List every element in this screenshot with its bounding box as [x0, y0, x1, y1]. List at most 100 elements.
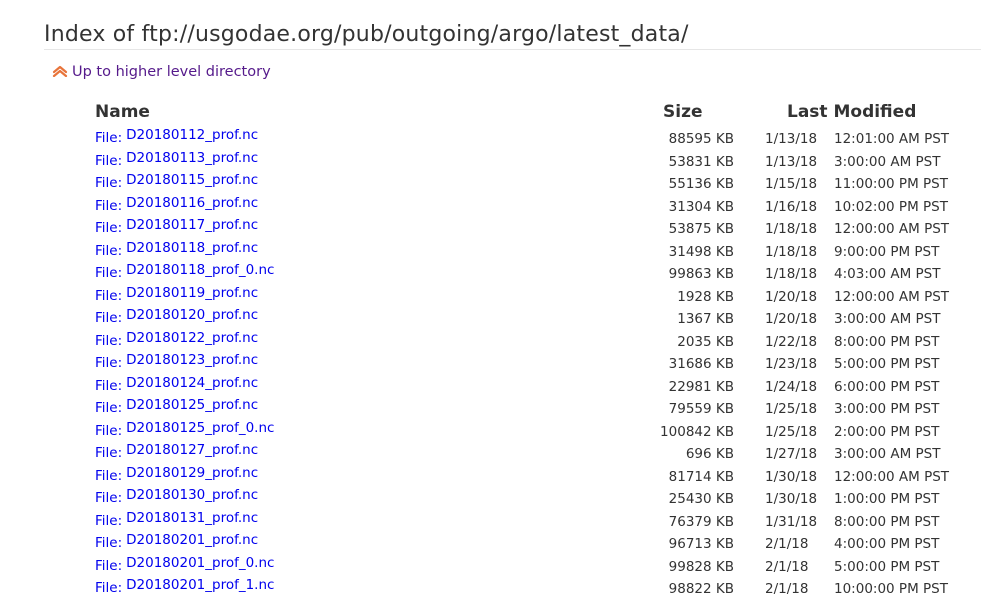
- file-name[interactable]: D20180131_prof.nc: [126, 510, 258, 526]
- file-name[interactable]: D20180201_prof.nc: [126, 532, 258, 548]
- file-size: 53875 KB: [668, 221, 734, 237]
- file-modified-time: 8:00:00 PM PST: [834, 513, 940, 530]
- file-prefix-label: File:: [95, 377, 123, 394]
- file-name[interactable]: D20180127_prof.nc: [126, 442, 258, 458]
- file-prefix-label: File:: [95, 535, 123, 551]
- file-link[interactable]: File: D20180129_prof.nc: [95, 465, 258, 484]
- file-prefix-label: File:: [95, 265, 123, 281]
- file-name[interactable]: D20180124_prof.nc: [126, 375, 258, 391]
- file-link[interactable]: File: D20180120_prof.nc: [95, 307, 258, 326]
- file-modified-date: 1/30/18: [765, 491, 818, 507]
- file-modified-time: 2:00:00 PM PST: [834, 423, 940, 440]
- file-row: File: D20180120_prof.nc 1367 KB 1/20/18 3:00…: [0, 306, 981, 329]
- file-size: 81714 KB: [668, 468, 734, 485]
- file-modified-time: 3:00:00 AM PST: [834, 446, 941, 462]
- file-row: File: D20180124_prof.nc 22981 KB 1/24/18 6:0…: [0, 374, 981, 397]
- file-name[interactable]: D20180125_prof_0.nc: [126, 420, 274, 436]
- file-name[interactable]: D20180117_prof.nc: [126, 217, 258, 233]
- ftp-directory-listing: Index of ftp://usgodae.org/pub/outgoing/…: [0, 0, 981, 606]
- file-modified-date: 1/23/18: [765, 356, 818, 372]
- file-modified-time: 12:01:00 AM PST: [834, 131, 950, 147]
- file-name[interactable]: D20180113_prof.nc: [126, 150, 258, 166]
- file-link[interactable]: File: D20180124_prof.nc: [95, 375, 258, 394]
- file-size: 31686 KB: [668, 356, 734, 372]
- file-link[interactable]: File: D20180127_prof.nc: [95, 442, 258, 461]
- file-modified-date: 1/20/18: [765, 288, 818, 305]
- file-row: File: D20180131_prof.nc 76379 KB 1/31/18 8:0…: [0, 509, 981, 532]
- file-size: 25430 KB: [668, 491, 734, 507]
- file-name[interactable]: D20180129_prof.nc: [126, 465, 258, 481]
- file-name[interactable]: D20180118_prof.nc: [126, 240, 258, 256]
- double-chevron-up-icon: [52, 65, 68, 78]
- file-modified-date: 1/18/18: [765, 243, 818, 260]
- file-link[interactable]: File: D20180116_prof.nc: [95, 195, 258, 214]
- file-prefix-label: File:: [95, 400, 123, 416]
- file-name[interactable]: D20180123_prof.nc: [126, 352, 258, 368]
- up-directory-label[interactable]: Up to higher level directory: [72, 64, 271, 80]
- up-directory-link[interactable]: Up to higher level directory: [52, 64, 271, 80]
- file-prefix-label: File:: [95, 310, 123, 326]
- file-name[interactable]: D20180125_prof.nc: [126, 397, 258, 413]
- file-name[interactable]: D20180201_prof_0.nc: [126, 555, 274, 571]
- file-link[interactable]: File: D20180112_prof.nc: [95, 127, 258, 146]
- file-link[interactable]: File: D20180115_prof.nc: [95, 172, 258, 191]
- file-link[interactable]: File: D20180123_prof.nc: [95, 352, 258, 371]
- file-name[interactable]: D20180118_prof_0.nc: [126, 262, 274, 278]
- file-size: 1928 KB: [677, 288, 734, 305]
- file-link[interactable]: File: D20180131_prof.nc: [95, 510, 258, 529]
- file-size: 1367 KB: [677, 311, 734, 327]
- file-name[interactable]: D20180130_prof.nc: [126, 487, 258, 503]
- file-prefix-label: File:: [95, 130, 123, 146]
- file-link[interactable]: File: D20180117_prof.nc: [95, 217, 258, 236]
- file-name[interactable]: D20180201_prof_1.nc: [126, 577, 274, 593]
- file-name[interactable]: D20180112_prof.nc: [126, 127, 258, 143]
- file-modified-date: 1/30/18: [765, 468, 818, 485]
- file-name[interactable]: D20180120_prof.nc: [126, 307, 258, 323]
- file-link[interactable]: File: D20180118_prof_0.nc: [95, 262, 274, 281]
- file-size: 31304 KB: [668, 198, 734, 215]
- file-name[interactable]: D20180116_prof.nc: [126, 195, 258, 211]
- file-size: 55136 KB: [668, 176, 734, 192]
- file-prefix-label: File:: [95, 467, 123, 484]
- file-modified-time: 3:00:00 AM PST: [834, 311, 941, 327]
- file-modified-time: 12:00:00 AM PST: [834, 468, 950, 485]
- file-link[interactable]: File: D20180125_prof.nc: [95, 397, 258, 416]
- file-link[interactable]: File: D20180119_prof.nc: [95, 285, 258, 304]
- file-prefix-label: File:: [95, 490, 123, 506]
- file-modified-date: 1/18/18: [765, 266, 818, 282]
- column-header-name: Name: [95, 102, 150, 122]
- file-link[interactable]: File: D20180113_prof.nc: [95, 150, 258, 169]
- file-prefix-label: File:: [95, 242, 123, 259]
- file-row: File: D20180201_prof_0.nc 99828 KB 2/1/18 5:…: [0, 554, 981, 577]
- file-row: File: D20180129_prof.nc 81714 KB 1/30/18 12:…: [0, 464, 981, 487]
- file-modified-time: 3:00:00 AM PST: [834, 153, 941, 170]
- column-header-last-modified: Last Modified: [787, 102, 917, 122]
- file-name[interactable]: D20180119_prof.nc: [126, 285, 258, 301]
- file-modified-time: 1:00:00 PM PST: [834, 491, 940, 507]
- file-row: File: D20180201_prof.nc 96713 KB 2/1/18 4:00…: [0, 531, 981, 554]
- file-modified-date: 1/18/18: [765, 221, 818, 237]
- file-row: File: D20180125_prof.nc 79559 KB 1/25/18 3:0…: [0, 396, 981, 419]
- file-size: 99863 KB: [668, 266, 734, 282]
- file-row: File: D20180118_prof_0.nc 99863 KB 1/18/18 4…: [0, 261, 981, 284]
- column-header-size: Size: [663, 102, 703, 122]
- file-modified-date: 1/31/18: [765, 513, 818, 530]
- file-modified-time: 10:00:00 PM PST: [834, 581, 948, 597]
- file-row: File: D20180112_prof.nc 88595 KB 1/13/18 12:…: [0, 126, 981, 149]
- file-link[interactable]: File: D20180201_prof.nc: [95, 532, 258, 551]
- file-link[interactable]: File: D20180125_prof_0.nc: [95, 420, 274, 439]
- file-row: File: D20180130_prof.nc 25430 KB 1/30/18 1:0…: [0, 486, 981, 509]
- file-list: File: D20180112_prof.nc 88595 KB 1/13/18 12:…: [0, 126, 981, 599]
- file-modified-date: 2/1/18: [765, 581, 809, 597]
- file-name[interactable]: D20180115_prof.nc: [126, 172, 258, 188]
- file-modified-date: 1/13/18: [765, 153, 818, 170]
- file-name[interactable]: D20180122_prof.nc: [126, 330, 258, 346]
- file-link[interactable]: File: D20180201_prof_1.nc: [95, 577, 274, 596]
- file-row: File: D20180123_prof.nc 31686 KB 1/23/18 5:0…: [0, 351, 981, 374]
- file-modified-time: 6:00:00 PM PST: [834, 378, 940, 395]
- file-link[interactable]: File: D20180130_prof.nc: [95, 487, 258, 506]
- file-link[interactable]: File: D20180201_prof_0.nc: [95, 555, 274, 574]
- file-link[interactable]: File: D20180118_prof.nc: [95, 240, 258, 259]
- file-link[interactable]: File: D20180122_prof.nc: [95, 330, 258, 349]
- file-modified-date: 1/25/18: [765, 423, 818, 440]
